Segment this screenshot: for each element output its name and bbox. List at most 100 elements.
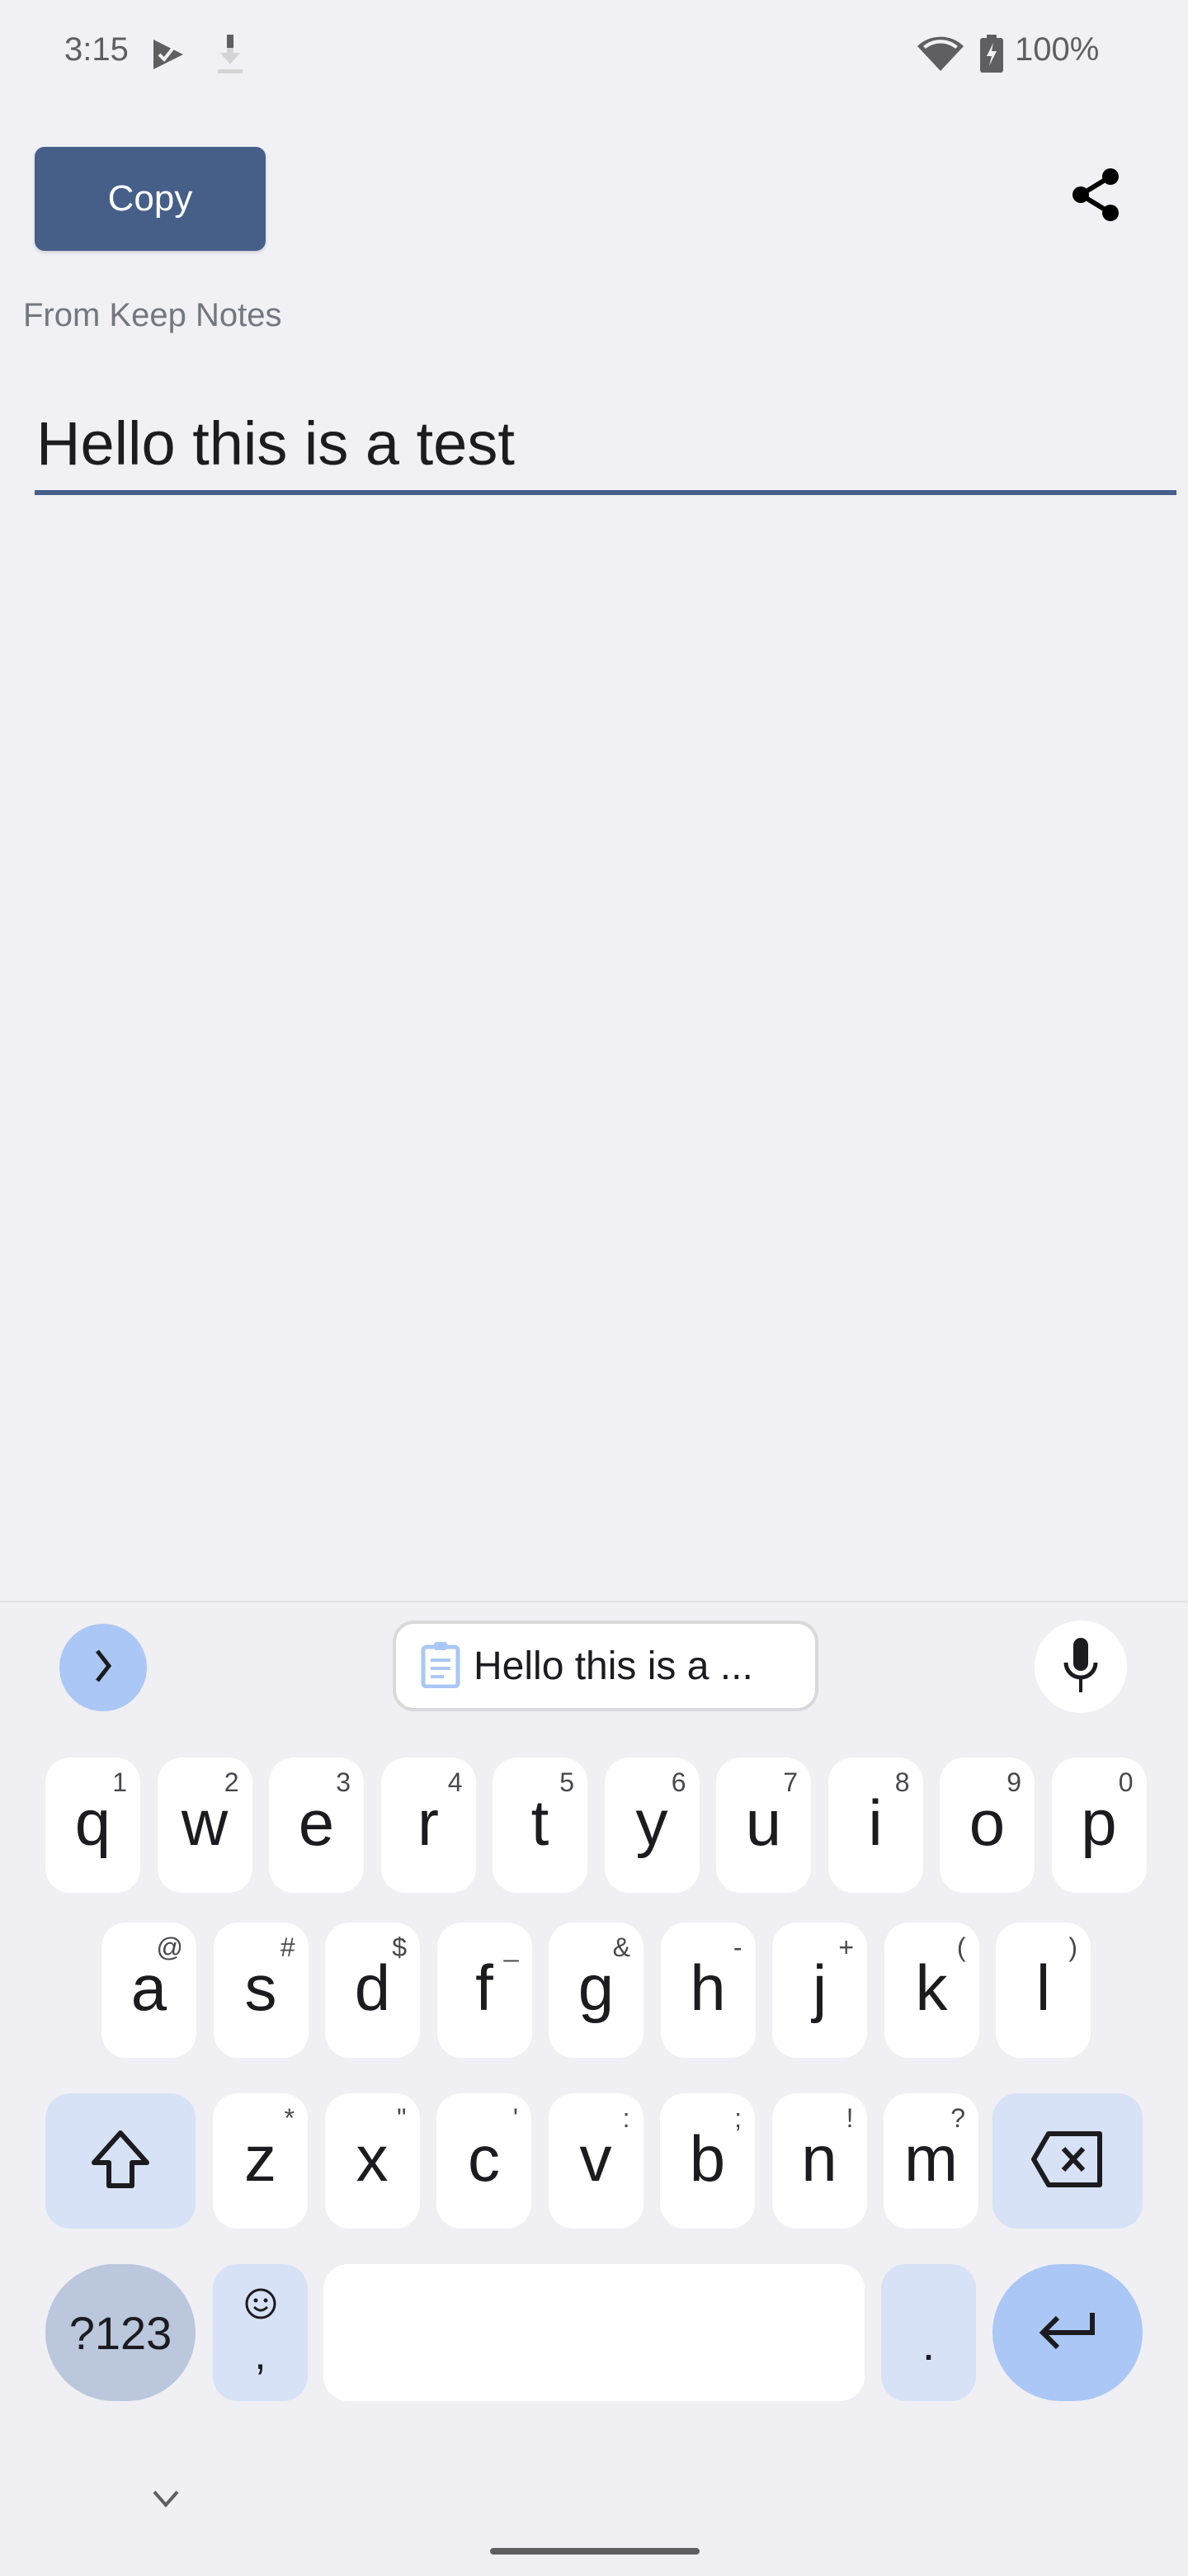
key-hint: ' [512, 2103, 518, 2133]
shift-icon [87, 2126, 153, 2196]
key-hint: ? [950, 2103, 965, 2133]
share-button[interactable] [1056, 157, 1135, 236]
shift-key[interactable] [45, 2093, 196, 2229]
key-z[interactable]: z * [213, 2093, 308, 2229]
key-b[interactable]: b; [660, 2093, 755, 2229]
key-label: k [915, 1951, 948, 2024]
keyboard-expand-button[interactable] [59, 1624, 147, 1711]
key-label: z [244, 2122, 276, 2195]
key-label: t [530, 1786, 549, 1859]
key-t[interactable]: t5 [493, 1757, 587, 1893]
key-label: f [475, 1951, 493, 2024]
key-label: n [801, 2122, 837, 2195]
key-hint: : [622, 2103, 630, 2133]
download-icon [218, 35, 243, 78]
key-j[interactable]: j + [772, 1923, 867, 2058]
period-key[interactable]: . [881, 2264, 976, 2401]
key-label: q [74, 1786, 111, 1859]
key-label: m [904, 2122, 958, 2195]
key-k[interactable]: k( [884, 1923, 979, 2058]
key-hint: * [284, 2103, 295, 2133]
chevron-right-icon [91, 1648, 116, 1688]
enter-key[interactable] [992, 2264, 1143, 2401]
key-hint: @ [156, 1932, 183, 1962]
key-y[interactable]: y6 [604, 1757, 700, 1893]
backspace-icon [1030, 2130, 1105, 2192]
key-label: b [689, 2122, 726, 2195]
key-label: i [868, 1786, 883, 1859]
key-o[interactable]: o9 [940, 1757, 1035, 1893]
home-indicator[interactable] [490, 2548, 700, 2555]
key-f[interactable]: f _ [436, 1923, 532, 2058]
battery-percent: 100% [1015, 31, 1100, 68]
space-key[interactable] [323, 2264, 865, 2401]
key-label: e [298, 1786, 335, 1859]
key-a[interactable]: a @ [101, 1923, 196, 2058]
voice-input-button[interactable] [1035, 1621, 1127, 1713]
key-x[interactable]: x " [324, 2093, 420, 2229]
symbols-key[interactable]: ?123 [45, 2264, 196, 2401]
key-h[interactable]: h- [660, 1923, 756, 2058]
key-label: p [1081, 1786, 1117, 1859]
source-label: From Keep Notes [23, 297, 282, 333]
key-label: d [354, 1951, 391, 2024]
key-d[interactable]: d $ [325, 1923, 420, 2058]
key-hint: 8 [894, 1767, 910, 1797]
key-hint: ) [1068, 1932, 1077, 1962]
key-hint: 3 [336, 1767, 351, 1797]
wifi-icon [917, 35, 964, 77]
key-u[interactable]: u7 [716, 1757, 811, 1893]
clipboard-icon [421, 1640, 460, 1692]
key-hint: 7 [783, 1767, 798, 1797]
key-label: g [578, 1951, 615, 2024]
key-q[interactable]: q1 [45, 1757, 140, 1893]
key-i[interactable]: i8 [827, 1757, 923, 1893]
key-hint: & [612, 1932, 630, 1962]
key-hint: ; [734, 2103, 742, 2133]
key-e[interactable]: e3 [269, 1757, 364, 1893]
clipboard-chip-text: Hello this is a ... [474, 1644, 753, 1688]
key-w[interactable]: w2 [157, 1757, 252, 1893]
key-hint: - [733, 1932, 742, 1962]
key-c[interactable]: c ' [436, 2093, 531, 2229]
key-hint: $ [392, 1932, 407, 1962]
key-label: c [468, 2122, 500, 2195]
key-label: x [356, 2122, 389, 2195]
key-hint: ( [956, 1932, 966, 1962]
hide-keyboard-button[interactable] [145, 2484, 186, 2517]
key-r[interactable]: r4 [380, 1757, 476, 1893]
copy-button[interactable]: Copy [35, 147, 266, 251]
key-hint: ! [846, 2103, 854, 2133]
emoji-icon [244, 2287, 277, 2324]
key-n[interactable]: n! [771, 2093, 867, 2229]
chevron-down-icon [151, 2489, 181, 2512]
key-v[interactable]: v: [548, 2093, 644, 2229]
key-hint: 5 [559, 1767, 574, 1797]
key-hint: + [838, 1932, 854, 1962]
key-hint: 9 [1006, 1767, 1021, 1797]
note-text-field[interactable] [35, 396, 1176, 495]
microphone-icon [1061, 1636, 1101, 1698]
key-label: w [181, 1786, 229, 1859]
backspace-key[interactable] [992, 2093, 1143, 2229]
key-g[interactable]: g & [549, 1923, 644, 2058]
key-label: a [130, 1951, 167, 2024]
key-label: r [417, 1786, 439, 1859]
key-m[interactable]: m? [884, 2093, 978, 2229]
key-l[interactable]: l) [996, 1923, 1091, 2058]
key-hint: 2 [224, 1767, 239, 1797]
key-hint: _ [503, 1932, 519, 1962]
key-hint: 0 [1118, 1767, 1134, 1797]
emoji-comma-key[interactable]: , [213, 2264, 308, 2401]
key-s[interactable]: s # [213, 1923, 309, 2058]
keyboard [0, 1601, 1188, 2576]
key-label: y [635, 1786, 668, 1859]
key-hint: 1 [112, 1767, 127, 1797]
comma-label: , [254, 2331, 266, 2379]
key-p[interactable]: p0 [1051, 1757, 1147, 1893]
key-label: o [969, 1786, 1006, 1859]
key-label: h [690, 1951, 726, 2024]
share-icon [1066, 165, 1125, 229]
key-label: v [579, 2122, 612, 2195]
clipboard-suggestion-chip[interactable]: Hello this is a ... [393, 1621, 818, 1711]
